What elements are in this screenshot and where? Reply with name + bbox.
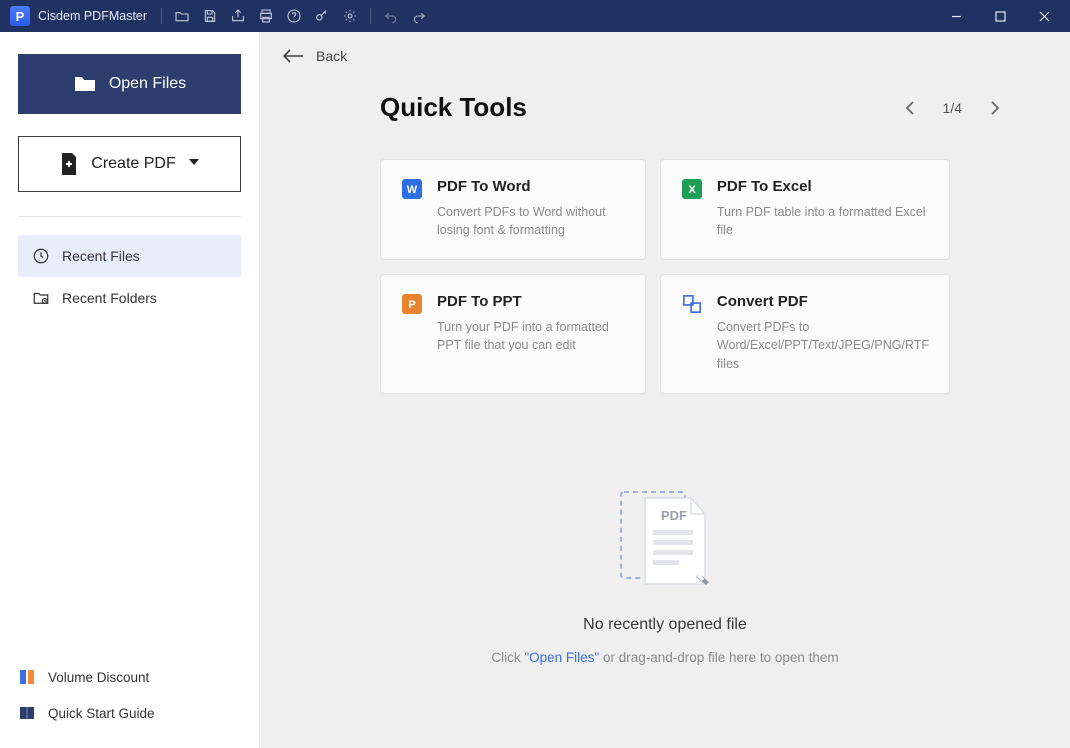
separator (370, 8, 371, 24)
card-title: PDF To Word (437, 178, 625, 195)
app-name: Cisdem PDFMaster (38, 9, 147, 23)
empty-hint-pre: Click (491, 650, 524, 665)
minimize-button[interactable] (934, 0, 978, 32)
guide-icon (18, 704, 36, 722)
chevron-down-icon (188, 155, 200, 173)
pager: 1/4 (899, 97, 1006, 119)
empty-state: PDF No recently opened file Click "Open … (260, 394, 1070, 748)
card-desc: Turn your PDF into a formatted PPT file … (437, 318, 625, 354)
card-pdf-to-excel[interactable]: X PDF To Excel Turn PDF table into a for… (660, 159, 950, 260)
card-desc: Turn PDF table into a formatted Excel fi… (717, 203, 929, 239)
card-title: PDF To Excel (717, 178, 929, 195)
pager-next[interactable] (984, 97, 1006, 119)
document-plus-icon (59, 152, 79, 176)
word-icon: W (401, 178, 423, 200)
settings-icon[interactable] (336, 2, 364, 30)
header-row: Quick Tools 1/4 (260, 64, 1070, 123)
svg-text:P: P (408, 299, 415, 311)
excel-icon: X (681, 178, 703, 200)
page-title: Quick Tools (380, 92, 527, 123)
sidebar-item-recent-files[interactable]: Recent Files (18, 235, 241, 277)
svg-text:W: W (407, 184, 418, 196)
titlebar: P Cisdem PDFMaster (0, 0, 1070, 32)
svg-text:X: X (688, 184, 696, 196)
create-pdf-button[interactable]: Create PDF (18, 136, 241, 192)
card-pdf-to-ppt[interactable]: P PDF To PPT Turn your PDF into a format… (380, 274, 646, 393)
empty-illustration: PDF (615, 484, 715, 594)
recent-folders-label: Recent Folders (62, 290, 157, 306)
card-convert-pdf[interactable]: Convert PDF Convert PDFs to Word/Excel/P… (660, 274, 950, 393)
folder-clock-icon (32, 289, 50, 307)
divider (18, 216, 241, 217)
empty-hint-post: or drag-and-drop file here to open them (599, 650, 838, 665)
back-button[interactable]: Back (282, 48, 347, 64)
open-files-button[interactable]: Open Files (18, 54, 241, 114)
content: Back Quick Tools 1/4 W PDF To (260, 32, 1070, 748)
discount-icon (18, 668, 36, 686)
volume-discount-link[interactable]: Volume Discount (18, 668, 241, 686)
pdf-badge-text: PDF (661, 508, 687, 523)
help-icon[interactable] (280, 2, 308, 30)
app-logo: P (10, 6, 30, 26)
cards-grid: W PDF To Word Convert PDFs to Word witho… (260, 123, 1070, 394)
empty-heading: No recently opened file (583, 616, 747, 634)
empty-hint: Click "Open Files" or drag-and-drop file… (491, 650, 838, 665)
create-pdf-label: Create PDF (91, 155, 175, 173)
recent-files-label: Recent Files (62, 248, 140, 264)
card-pdf-to-word[interactable]: W PDF To Word Convert PDFs to Word witho… (380, 159, 646, 260)
quick-start-guide-link[interactable]: Quick Start Guide (18, 704, 241, 722)
card-desc: Convert PDFs to Word/Excel/PPT/Text/JPEG… (717, 318, 929, 372)
sidebar: Open Files Create PDF Recent Files Recen… (0, 32, 260, 748)
quick-start-guide-label: Quick Start Guide (48, 706, 155, 721)
clock-icon (32, 247, 50, 265)
back-label: Back (316, 48, 347, 64)
page-indicator: 1/4 (943, 100, 962, 116)
maximize-button[interactable] (978, 0, 1022, 32)
open-icon[interactable] (168, 2, 196, 30)
print-icon[interactable] (252, 2, 280, 30)
folder-icon (73, 74, 97, 94)
card-desc: Convert PDFs to Word without losing font… (437, 203, 625, 239)
topline: Back (260, 32, 1070, 64)
separator (161, 8, 162, 24)
redo-icon[interactable] (405, 2, 433, 30)
sidebar-item-recent-folders[interactable]: Recent Folders (18, 277, 241, 319)
toolbar-icons (168, 2, 433, 30)
undo-icon[interactable] (377, 2, 405, 30)
close-button[interactable] (1022, 0, 1066, 32)
open-files-label: Open Files (109, 75, 186, 93)
volume-discount-label: Volume Discount (48, 670, 149, 685)
save-icon[interactable] (196, 2, 224, 30)
arrow-left-icon (282, 49, 304, 63)
card-title: PDF To PPT (437, 293, 625, 310)
convert-icon (681, 293, 703, 315)
main-area: Open Files Create PDF Recent Files Recen… (0, 32, 1070, 748)
ppt-icon: P (401, 293, 423, 315)
open-files-inline-link[interactable]: "Open Files" (524, 650, 599, 665)
share-icon[interactable] (224, 2, 252, 30)
key-icon[interactable] (308, 2, 336, 30)
card-title: Convert PDF (717, 293, 929, 310)
pager-prev[interactable] (899, 97, 921, 119)
